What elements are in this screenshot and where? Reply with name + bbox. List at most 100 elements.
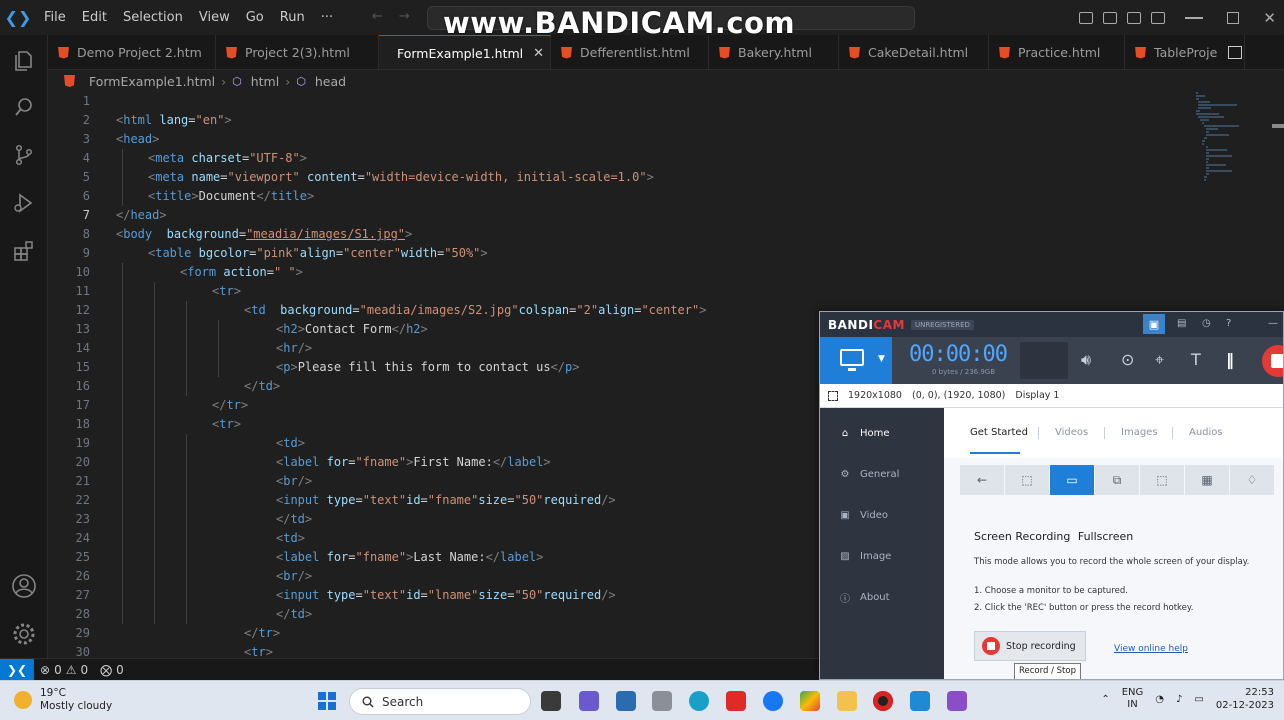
- toggle-secondary-sidebar-icon[interactable]: [1127, 11, 1142, 24]
- ports-indicator[interactable]: ⨂ 0: [94, 663, 130, 677]
- account-icon[interactable]: [10, 572, 38, 600]
- menu-more[interactable]: ···: [313, 0, 341, 35]
- breadcrumb-file[interactable]: FormExample1.html: [89, 74, 215, 89]
- minimize-icon[interactable]: —: [1268, 318, 1280, 330]
- code-line[interactable]: 7 </head>: [48, 206, 1188, 225]
- pause-icon[interactable]: ‖: [1226, 350, 1234, 369]
- windows-start-icon[interactable]: [318, 692, 336, 710]
- breadcrumb-html[interactable]: html: [251, 74, 279, 89]
- bandicam-taskbar-icon[interactable]: [873, 691, 893, 711]
- select-area-icon[interactable]: ⬚: [1140, 465, 1184, 495]
- view-online-help-link[interactable]: View online help: [1114, 644, 1188, 654]
- menu-run[interactable]: Run: [272, 0, 313, 35]
- tab-audios[interactable]: Audios: [1189, 427, 1223, 438]
- breadcrumb-head[interactable]: head: [315, 74, 346, 89]
- code-line[interactable]: 5 <meta name="viewport" content="width=de…: [48, 168, 1188, 187]
- tab-videos[interactable]: Videos: [1055, 427, 1088, 438]
- microphone-icon[interactable]: ⊙: [1121, 350, 1134, 369]
- tab-bakery[interactable]: Bakery.html: [709, 35, 839, 69]
- text-icon[interactable]: T: [1191, 350, 1201, 369]
- tab-tableproject[interactable]: TableProje: [1125, 35, 1245, 69]
- extensions-icon[interactable]: [10, 237, 38, 265]
- facebook-icon[interactable]: [763, 691, 783, 711]
- nav-video[interactable]: ▣ Video: [838, 505, 888, 525]
- task-view-icon[interactable]: [541, 691, 561, 711]
- back-arrow-icon[interactable]: ←: [960, 465, 1004, 495]
- source-control-icon[interactable]: [10, 141, 38, 169]
- tab-get-started[interactable]: Get Started: [970, 427, 1028, 438]
- code-line[interactable]: 11 <tr>: [48, 282, 1188, 301]
- battery-icon[interactable]: ▭: [1194, 694, 1203, 705]
- clock[interactable]: 22:53 02-12-2023: [1216, 686, 1274, 712]
- game-mode-icon[interactable]: ♢: [1230, 465, 1274, 495]
- customize-layout-icon[interactable]: [1151, 11, 1166, 24]
- settings-gear-icon[interactable]: [10, 620, 38, 648]
- folder-icon[interactable]: ▤: [1177, 318, 1189, 330]
- tab-practice[interactable]: Practice.html: [989, 35, 1125, 69]
- edge-browser-icon[interactable]: [689, 691, 709, 711]
- minimap[interactable]: [1196, 92, 1256, 182]
- nav-about[interactable]: ⓘ About: [838, 587, 890, 607]
- mail-icon[interactable]: [652, 691, 672, 711]
- code-line[interactable]: 10 <form action=" ">: [48, 263, 1188, 282]
- lock-icon[interactable]: ▣: [1143, 314, 1165, 334]
- google-drive-icon[interactable]: [800, 691, 820, 711]
- record-stop-button[interactable]: [1262, 345, 1283, 377]
- speaker-icon[interactable]: 🔊︎: [1081, 350, 1091, 370]
- chat-icon[interactable]: [579, 691, 599, 711]
- tab-project-2-3[interactable]: Project 2(3).html: [216, 35, 379, 69]
- run-debug-icon[interactable]: [10, 189, 38, 217]
- explorer-icon[interactable]: [10, 47, 38, 75]
- code-line[interactable]: 4 <meta charset="UTF-8">: [48, 149, 1188, 168]
- app-icon[interactable]: [947, 691, 967, 711]
- nav-home[interactable]: ⌂ Home: [838, 423, 890, 443]
- menu-edit[interactable]: Edit: [74, 0, 115, 35]
- taskbar-search[interactable]: Search: [349, 688, 531, 715]
- back-arrow-icon[interactable]: ←: [372, 9, 383, 24]
- scrollbar-thumb[interactable]: [1272, 124, 1284, 128]
- code-line[interactable]: 6 <title>Document</title>: [48, 187, 1188, 206]
- tab-images[interactable]: Images: [1121, 427, 1158, 438]
- chevron-up-icon[interactable]: ⌃: [1101, 694, 1109, 705]
- close-icon[interactable]: ✕: [1263, 9, 1276, 27]
- menu-go[interactable]: Go: [238, 0, 272, 35]
- fullscreen-mode-button[interactable]: ▼: [820, 337, 892, 384]
- toggle-panel-icon[interactable]: [1103, 11, 1118, 24]
- webcam-overlay-button[interactable]: [1020, 342, 1068, 379]
- toggle-sidebar-icon[interactable]: [1079, 11, 1094, 24]
- code-line[interactable]: 2 <html lang="en">: [48, 111, 1188, 130]
- vscode-logo-icon[interactable]: ❮❯: [0, 0, 36, 35]
- language-indicator[interactable]: ENG IN: [1122, 687, 1144, 711]
- maximize-icon[interactable]: [1227, 11, 1240, 24]
- minimize-icon[interactable]: [1185, 16, 1204, 19]
- rectangle-mode-icon[interactable]: ⬚: [1005, 465, 1049, 495]
- menu-view[interactable]: View: [191, 0, 238, 35]
- split-editor-icon[interactable]: [1228, 46, 1242, 59]
- code-line[interactable]: 1: [48, 92, 1188, 111]
- nav-general[interactable]: ⚙ General: [838, 464, 900, 484]
- youtube-icon[interactable]: [726, 691, 746, 711]
- file-explorer-icon[interactable]: [837, 691, 857, 711]
- forward-arrow-icon[interactable]: →: [399, 9, 410, 24]
- wifi-icon[interactable]: ◔: [1155, 694, 1164, 705]
- problems-indicator[interactable]: ⊗ 0 ⚠ 0: [34, 663, 94, 677]
- nav-image[interactable]: ▨ Image: [838, 546, 891, 566]
- remote-indicator-icon[interactable]: ❯❮: [0, 658, 34, 681]
- search-icon[interactable]: [10, 93, 38, 121]
- menu-selection[interactable]: Selection: [115, 0, 191, 35]
- tab-defferentlist[interactable]: Defferentlist.html: [551, 35, 709, 69]
- mouse-cursor-icon[interactable]: ⌖: [1155, 350, 1164, 370]
- menu-file[interactable]: File: [36, 0, 74, 35]
- chevron-down-icon[interactable]: ▼: [878, 354, 885, 364]
- device-mode-icon[interactable]: ▦: [1185, 465, 1229, 495]
- tab-formexample1[interactable]: FormExample1.html ✕: [379, 35, 551, 69]
- close-tab-icon[interactable]: ✕: [533, 46, 544, 61]
- tab-cakedetail[interactable]: CakeDetail.html: [839, 35, 989, 69]
- volume-icon[interactable]: ♪: [1176, 694, 1182, 705]
- store-icon[interactable]: [616, 691, 636, 711]
- code-line[interactable]: 9 <table bgcolor="pink"align="center"widt…: [48, 244, 1188, 263]
- around-mouse-icon[interactable]: ⧉: [1095, 465, 1139, 495]
- stop-recording-button[interactable]: Stop recording: [974, 631, 1086, 661]
- code-line[interactable]: 3 <head>: [48, 130, 1188, 149]
- weather-widget[interactable]: 19°C Mostly cloudy: [14, 687, 112, 713]
